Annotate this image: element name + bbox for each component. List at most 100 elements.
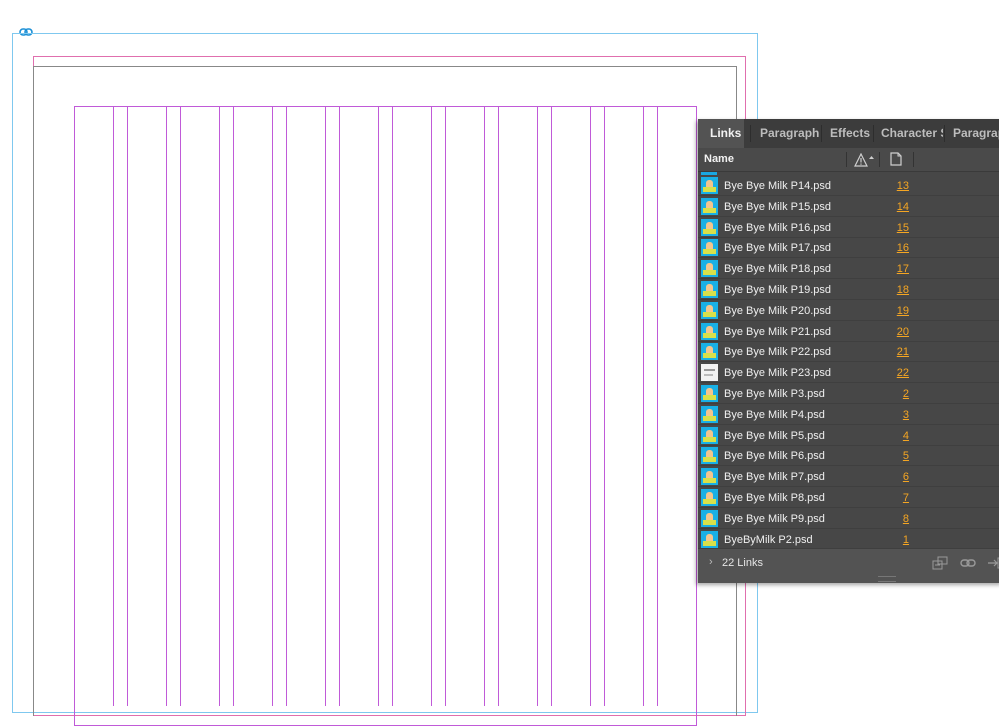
tab-divider — [750, 125, 751, 142]
link-row[interactable]: Bye Bye Milk P8.psd 7 — [698, 488, 999, 508]
name-column-header[interactable]: Name — [704, 148, 734, 171]
panel-footer: › 22 Links — [698, 548, 999, 577]
link-file-name: Bye Bye Milk P22.psd — [724, 346, 831, 359]
column-header: Name — [698, 148, 999, 172]
column-divider — [846, 152, 847, 167]
link-thumbnail — [701, 489, 718, 506]
tab-paragraph[interactable]: Paragraph — [760, 119, 822, 148]
link-row[interactable]: Bye Bye Milk P7.psd 6 — [698, 467, 999, 488]
link-page-number[interactable]: 3 — [903, 405, 909, 425]
column-guide — [325, 106, 326, 706]
link-file-name: Bye Bye Milk P19.psd — [724, 284, 831, 296]
links-panel[interactable]: Links Paragraph Effects Character S Para… — [698, 119, 999, 583]
link-row[interactable]: Bye Bye Milk P3.psd 2 — [698, 384, 999, 404]
thumbnail-figure — [703, 457, 716, 463]
link-page-number[interactable]: 5 — [903, 446, 909, 466]
link-row[interactable]: Bye Bye Milk P18.psd 17 — [698, 259, 999, 280]
link-file-name: Bye Bye Milk P18.psd — [724, 263, 831, 276]
column-guide — [643, 106, 644, 706]
thumbnail-figure — [703, 436, 716, 442]
column-guide — [657, 106, 658, 706]
link-thumbnail — [701, 343, 718, 361]
link-thumbnail — [701, 509, 718, 527]
link-page-number[interactable]: 19 — [897, 301, 909, 321]
link-row[interactable]: Bye Bye Milk P6.psd 5 — [698, 446, 999, 467]
relink-to-folder-icon[interactable] — [932, 556, 948, 570]
link-page-number[interactable]: 1 — [903, 530, 909, 550]
link-file-name: Bye Bye Milk P3.psd — [724, 388, 825, 400]
link-row[interactable]: Bye Bye Milk P19.psd 18 — [698, 280, 999, 300]
thumbnail-figure — [704, 369, 715, 372]
panel-resize-grip[interactable] — [878, 576, 896, 582]
link-page-number[interactable]: 17 — [897, 259, 909, 279]
link-page-number[interactable]: 6 — [903, 467, 909, 487]
column-guide — [113, 106, 114, 706]
thumbnail-figure — [703, 228, 716, 234]
thumbnail-figure — [703, 499, 716, 504]
link-file-name: Bye Bye Milk P23.psd — [724, 367, 831, 380]
link-row[interactable]: Bye Bye Milk P20.psd 19 — [698, 301, 999, 321]
link-row[interactable]: ByeByMilk P2.psd 1 — [698, 530, 999, 550]
link-file-name: Bye Bye Milk P16.psd — [724, 221, 831, 234]
link-file-name: Bye Bye Milk P15.psd — [724, 200, 831, 213]
warning-icon[interactable] — [854, 153, 874, 167]
column-guide — [127, 106, 128, 706]
tab-paragraph-styles[interactable]: Paragrap — [953, 119, 999, 148]
selection-indicator — [701, 172, 717, 175]
thumbnail-figure — [703, 478, 716, 484]
thumbnail-figure — [703, 519, 716, 525]
thumbnail-figure — [703, 187, 716, 192]
link-row[interactable]: Bye Bye Milk P16.psd 15 — [698, 218, 999, 238]
link-page-number[interactable]: 18 — [897, 280, 909, 300]
link-page-number[interactable]: 20 — [897, 322, 909, 342]
link-page-number[interactable]: 16 — [897, 238, 909, 258]
thumbnail-figure — [703, 353, 716, 359]
link-page-number[interactable]: 8 — [903, 509, 909, 529]
link-thumbnail — [701, 530, 718, 548]
link-thumbnail — [701, 239, 718, 257]
link-row[interactable]: Bye Bye Milk P15.psd 14 — [698, 197, 999, 217]
chevron-right-icon[interactable]: › — [709, 556, 713, 568]
tab-character-styles[interactable]: Character S — [881, 119, 943, 148]
link-thumbnail — [701, 468, 718, 486]
link-thumbnail — [701, 301, 718, 319]
link-row[interactable]: Bye Bye Milk P23.psd 22 — [698, 363, 999, 384]
tab-effects[interactable]: Effects — [830, 119, 872, 148]
page-icon[interactable] — [890, 152, 902, 166]
tab-divider — [944, 125, 945, 142]
tab-links[interactable]: Links — [698, 119, 744, 149]
link-file-name: Bye Bye Milk P7.psd — [724, 471, 825, 484]
link-thumbnail — [701, 364, 718, 382]
thumbnail-figure — [704, 374, 713, 377]
link-file-name: Bye Bye Milk P8.psd — [724, 492, 825, 504]
link-page-number[interactable]: 14 — [897, 197, 909, 217]
link-file-name: Bye Bye Milk P14.psd — [724, 180, 831, 192]
link-page-number[interactable]: 2 — [903, 384, 909, 404]
go-to-link-icon[interactable] — [987, 556, 999, 570]
link-thumbnail — [701, 197, 718, 215]
link-file-name: Bye Bye Milk P20.psd — [724, 304, 831, 317]
link-page-number[interactable]: 13 — [897, 176, 909, 196]
link-row[interactable]: Bye Bye Milk P21.psd 20 — [698, 322, 999, 342]
link-file-name: Bye Bye Milk P5.psd — [724, 429, 825, 442]
link-page-number[interactable]: 21 — [897, 342, 909, 362]
link-page-number[interactable]: 4 — [903, 426, 909, 446]
thumbnail-figure — [703, 291, 716, 296]
link-row[interactable]: Bye Bye Milk P17.psd 16 — [698, 238, 999, 259]
column-guide — [166, 106, 167, 706]
column-guide — [180, 106, 181, 706]
thumbnail-figure — [703, 415, 716, 421]
link-row[interactable]: Bye Bye Milk P5.psd 4 — [698, 426, 999, 446]
link-page-number[interactable]: 22 — [897, 363, 909, 383]
link-row[interactable]: Bye Bye Milk P4.psd 3 — [698, 405, 999, 425]
link-file-name: Bye Bye Milk P6.psd — [724, 450, 825, 463]
link-row[interactable]: Bye Bye Milk P9.psd 8 — [698, 509, 999, 529]
link-page-number[interactable]: 15 — [897, 218, 909, 238]
link-thumbnail — [701, 281, 718, 298]
relink-icon[interactable] — [960, 556, 976, 570]
links-list[interactable]: Bye Bye Milk P14.psd 13 Bye Bye Milk P15.p… — [698, 172, 999, 550]
link-row[interactable]: Bye Bye Milk P14.psd 13 — [698, 176, 999, 196]
link-row[interactable]: Bye Bye Milk P22.psd 21 — [698, 342, 999, 363]
tab-divider — [873, 125, 874, 142]
link-page-number[interactable]: 7 — [903, 488, 909, 508]
